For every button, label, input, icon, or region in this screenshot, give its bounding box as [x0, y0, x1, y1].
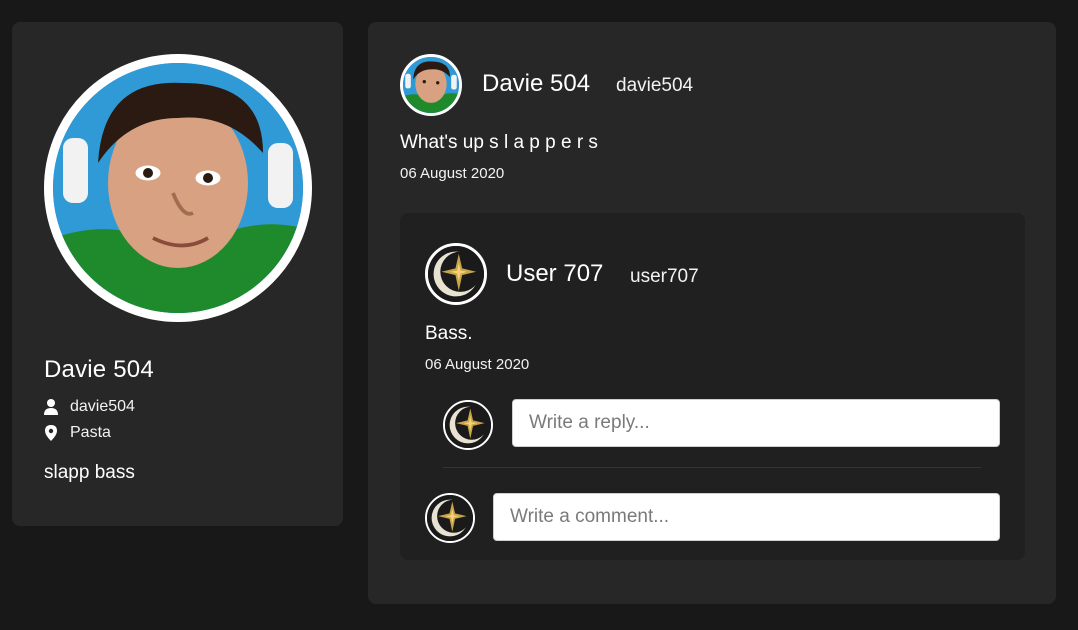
post-card: Davie 504 davie504 What's up s l a p p e… [368, 22, 1056, 604]
reply-avatar [443, 400, 493, 450]
star-moon-emblem-icon [445, 402, 491, 448]
reply-input[interactable] [512, 399, 1000, 447]
post-author-name[interactable]: Davie 504 [482, 70, 590, 98]
comment-input-avatar [425, 493, 475, 543]
profile-bio: slapp bass [44, 462, 135, 483]
comment-author-name[interactable]: User 707 [506, 260, 603, 288]
post-date: 06 August 2020 [400, 165, 505, 182]
profile-location: Pasta [70, 424, 111, 441]
star-moon-emblem-icon [428, 246, 484, 302]
user-photo [53, 63, 303, 313]
comment-date: 06 August 2020 [425, 356, 530, 373]
user-icon [44, 399, 58, 415]
comment-section: User 707 user707 Bass. 06 August 2020 [400, 213, 1025, 560]
map-pin-icon [44, 425, 58, 441]
profile-handle: davie504 [70, 398, 135, 415]
profile-handle-row: davie504 [44, 398, 135, 416]
user-photo [403, 57, 459, 113]
comment-input[interactable] [493, 493, 1000, 541]
comment-text: Bass. [425, 323, 473, 344]
star-moon-emblem-icon [427, 495, 473, 541]
profile-card: Davie 504 davie504 Pasta slapp bass [12, 22, 343, 526]
post-author-avatar[interactable] [400, 54, 462, 116]
profile-location-row: Pasta [44, 424, 111, 442]
post-text: What's up s l a p p e r s [400, 132, 598, 153]
profile-name: Davie 504 [44, 356, 154, 383]
divider [443, 467, 981, 468]
post-author-handle[interactable]: davie504 [616, 75, 693, 97]
comment-author-avatar[interactable] [425, 243, 487, 305]
comment-author-handle[interactable]: user707 [630, 266, 699, 288]
profile-avatar[interactable] [44, 54, 312, 322]
